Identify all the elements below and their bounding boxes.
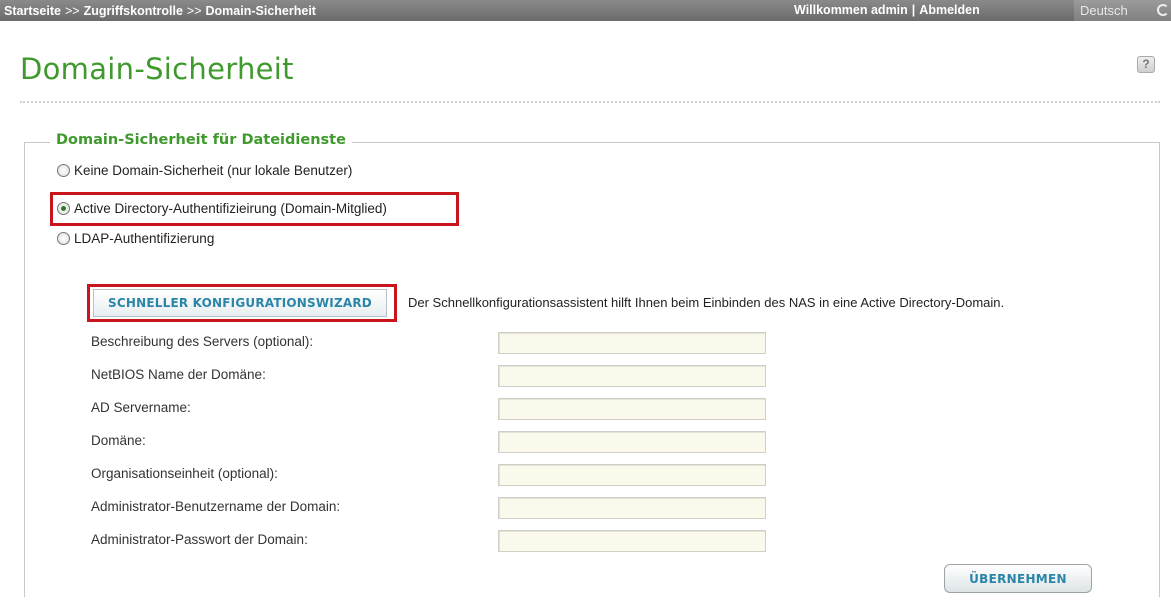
language-selector[interactable]: Deutsch xyxy=(1074,0,1171,21)
organizational-unit-input[interactable] xyxy=(498,464,766,486)
form-row-admin-password: Administrator-Passwort der Domain: xyxy=(91,530,766,552)
field-label: Domäne: xyxy=(91,433,146,448)
option-label: LDAP-Authentifizierung xyxy=(74,231,215,246)
form-row-admin-username: Administrator-Benutzername der Domain: xyxy=(91,497,766,519)
breadcrumb-home[interactable]: Startseite xyxy=(4,4,61,18)
breadcrumb-separator: >> xyxy=(64,3,80,18)
ad-servername-input[interactable] xyxy=(498,398,766,420)
welcome-text: Willkommen admin xyxy=(794,3,908,17)
language-label: Deutsch xyxy=(1080,3,1128,18)
form-row-domain: Domäne: xyxy=(91,431,766,453)
user-area: Willkommen admin | Abmelden xyxy=(794,3,980,17)
form-row-server-description: Beschreibung des Servers (optional): xyxy=(91,332,766,354)
form-row-ad-servername: AD Servername: xyxy=(91,398,766,420)
refresh-icon[interactable] xyxy=(1157,4,1169,16)
field-label: NetBIOS Name der Domäne: xyxy=(91,367,266,382)
domain-input[interactable] xyxy=(498,431,766,453)
server-description-input[interactable] xyxy=(498,332,766,354)
netbios-name-input[interactable] xyxy=(498,365,766,387)
page-title: Domain-Sicherheit xyxy=(20,52,294,86)
quick-config-wizard-button[interactable]: SCHNELLER KONFIGURATIONSWIZARD xyxy=(93,289,387,317)
top-bar: Startseite >> Zugriffskontrolle >> Domai… xyxy=(0,0,1171,21)
field-label: Administrator-Benutzername der Domain: xyxy=(91,499,341,514)
field-label: Beschreibung des Servers (optional): xyxy=(91,334,314,349)
option-active-directory[interactable]: Active Directory-Authentifizieirung (Dom… xyxy=(57,201,387,216)
breadcrumb-access-control[interactable]: Zugriffskontrolle xyxy=(84,4,183,18)
radio-button-selected[interactable] xyxy=(57,202,70,215)
option-label: Keine Domain-Sicherheit (nur lokale Benu… xyxy=(74,163,353,178)
form-row-netbios-name: NetBIOS Name der Domäne: xyxy=(91,365,766,387)
section-legend: Domain-Sicherheit für Dateidienste xyxy=(50,132,352,148)
field-label: AD Servername: xyxy=(91,400,191,415)
logout-link[interactable]: Abmelden xyxy=(919,3,979,17)
form-row-organizational-unit: Organisationseinheit (optional): xyxy=(91,464,766,486)
apply-button[interactable]: ÜBERNEHMEN xyxy=(944,564,1092,593)
wizard-description: Der Schnellkonfigurationsassistent hilft… xyxy=(408,295,1005,310)
option-label: Active Directory-Authentifizieirung (Dom… xyxy=(74,201,387,216)
radio-button[interactable] xyxy=(57,232,70,245)
option-no-domain-security[interactable]: Keine Domain-Sicherheit (nur lokale Benu… xyxy=(57,163,352,178)
breadcrumb: Startseite >> Zugriffskontrolle >> Domai… xyxy=(4,4,316,18)
help-icon[interactable]: ? xyxy=(1137,56,1155,73)
field-label: Organisationseinheit (optional): xyxy=(91,466,278,481)
radio-button[interactable] xyxy=(57,164,70,177)
admin-username-input[interactable] xyxy=(498,497,766,519)
field-label: Administrator-Passwort der Domain: xyxy=(91,532,308,547)
breadcrumb-current: Domain-Sicherheit xyxy=(205,3,316,18)
option-ldap[interactable]: LDAP-Authentifizierung xyxy=(57,231,214,246)
admin-password-input[interactable] xyxy=(498,530,766,552)
title-divider xyxy=(20,101,1160,103)
breadcrumb-separator: >> xyxy=(186,3,202,18)
